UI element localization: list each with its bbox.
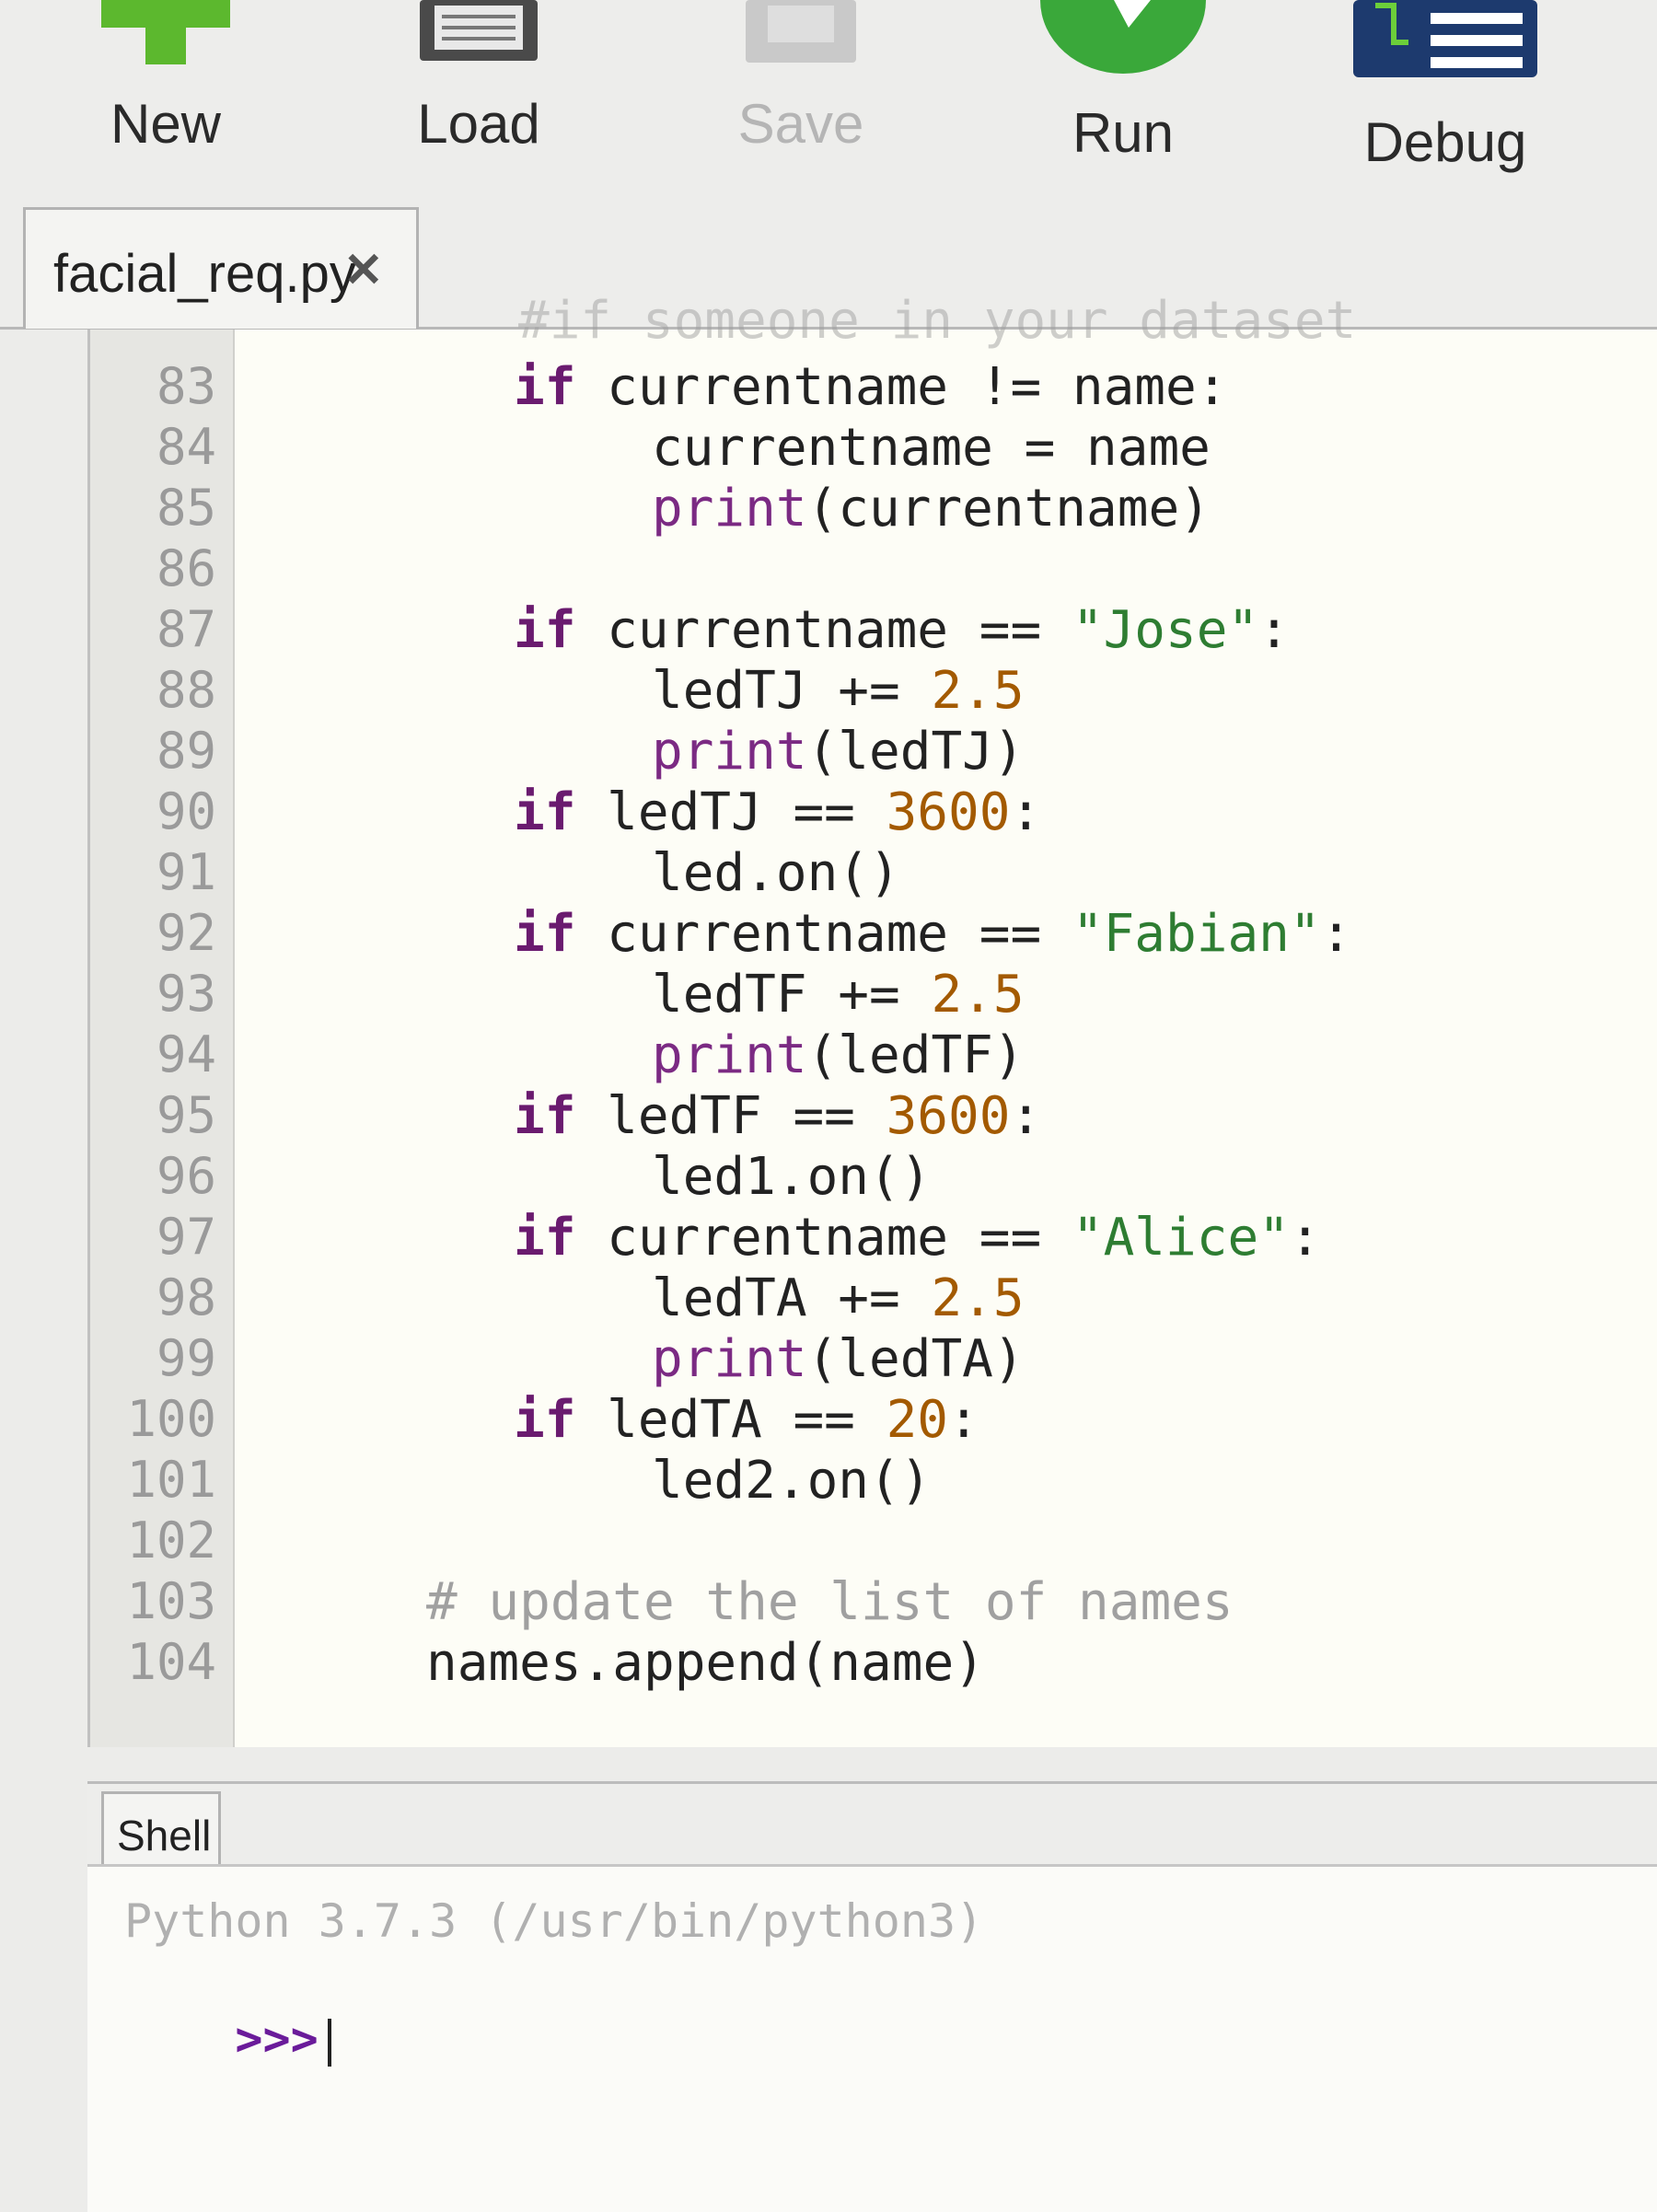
code-line: led2.on()	[652, 1451, 932, 1511]
load-folder-icon	[414, 0, 543, 69]
line-number: 104	[126, 1633, 216, 1691]
load-label: Load	[417, 93, 540, 155]
line-number: 103	[126, 1572, 216, 1630]
new-button[interactable]: New	[55, 0, 276, 184]
tab-facial-req-py[interactable]: facial_req.py ✕	[23, 207, 419, 329]
code-line: if ledTF == 3600:	[514, 1086, 1042, 1146]
line-number: 86	[156, 539, 216, 597]
line-number: 98	[156, 1268, 216, 1326]
code-line: print(currentname)	[652, 479, 1211, 539]
text-caret	[327, 2018, 331, 2067]
shell-tabbar: Shell	[87, 1781, 1657, 1867]
line-number: 88	[156, 661, 216, 719]
shell-prompt: >>>	[235, 2012, 319, 2066]
save-label: Save	[737, 93, 864, 155]
debug-icon	[1353, 0, 1537, 82]
line-number: 99	[156, 1329, 216, 1387]
comment-line: # update the list of names	[426, 1572, 1234, 1632]
load-button[interactable]: Load	[368, 0, 589, 184]
shell-console[interactable]: Python 3.7.3 (/usr/bin/python3) >>>	[87, 1864, 1657, 2212]
line-number: 85	[156, 479, 216, 537]
save-disk-icon	[736, 0, 865, 69]
line-number: 100	[126, 1390, 216, 1448]
code-line: ledTA += 2.5	[652, 1268, 1025, 1328]
debug-button[interactable]: Debug	[1335, 0, 1556, 184]
line-number: 83	[156, 357, 216, 415]
run-button[interactable]: Run	[1013, 0, 1234, 184]
toolbar: New Load Save Run Debug	[0, 0, 1657, 203]
line-number-gutter: 83 84 85 86 87 88 89 90 91 92 93 94 95 96 97 98 99 100 101…	[90, 330, 235, 1747]
code-line: if currentname == "Alice":	[514, 1208, 1321, 1268]
code-editor[interactable]: 83 84 85 86 87 88 89 90 91 92 93 94 95 96 97 98 99 100 101…	[87, 291, 1657, 1747]
line-number: 102	[126, 1511, 216, 1569]
code-line: led1.on()	[652, 1147, 932, 1207]
code-line: if ledTA == 20:	[514, 1390, 979, 1450]
line-number: 92	[156, 904, 216, 962]
new-label: New	[110, 93, 222, 155]
run-play-icon	[1040, 0, 1206, 78]
code-line: print(ledTA)	[652, 1329, 1025, 1389]
code-area[interactable]: #if someone in your dataset if currentna…	[251, 291, 1651, 1747]
python-banner: Python 3.7.3 (/usr/bin/python3)	[124, 1894, 984, 1948]
line-number: 90	[156, 782, 216, 840]
code-line: if ledTJ == 3600:	[514, 782, 1042, 842]
line-number: 84	[156, 418, 216, 476]
line-number: 93	[156, 965, 216, 1023]
tab-shell[interactable]: Shell	[101, 1791, 221, 1867]
code-line: if currentname == "Fabian":	[514, 904, 1352, 964]
run-label: Run	[1072, 102, 1175, 164]
line-number: 96	[156, 1147, 216, 1205]
close-icon[interactable]: ✕	[343, 243, 384, 298]
new-plus-icon	[101, 0, 230, 69]
line-number: 97	[156, 1208, 216, 1266]
line-number: 95	[156, 1086, 216, 1144]
shell-prompt-line[interactable]: >>>	[124, 1959, 331, 2120]
line-number: 89	[156, 722, 216, 780]
code-line: if currentname != name:	[514, 357, 1228, 417]
code-line: ledTJ += 2.5	[652, 661, 1025, 721]
line-number: 94	[156, 1025, 216, 1083]
code-line: print(ledTJ)	[652, 722, 1025, 782]
code-line: names.append(name)	[426, 1633, 985, 1693]
code-line: ledTF += 2.5	[652, 965, 1025, 1025]
code-line: print(ledTF)	[652, 1025, 1025, 1085]
line-number: 87	[156, 600, 216, 658]
debug-label: Debug	[1363, 111, 1527, 173]
line-number: 101	[126, 1451, 216, 1509]
code-line: led.on()	[652, 843, 900, 903]
save-button[interactable]: Save	[690, 0, 911, 184]
shell-tab-label: Shell	[117, 1812, 212, 1859]
tab-filename: facial_req.py	[53, 244, 356, 304]
line-number: 91	[156, 843, 216, 901]
partial-comment-line: #if someone in your dataset	[518, 291, 1357, 351]
code-line: currentname = name	[652, 418, 1211, 478]
code-line: if currentname == "Jose":	[514, 600, 1290, 660]
